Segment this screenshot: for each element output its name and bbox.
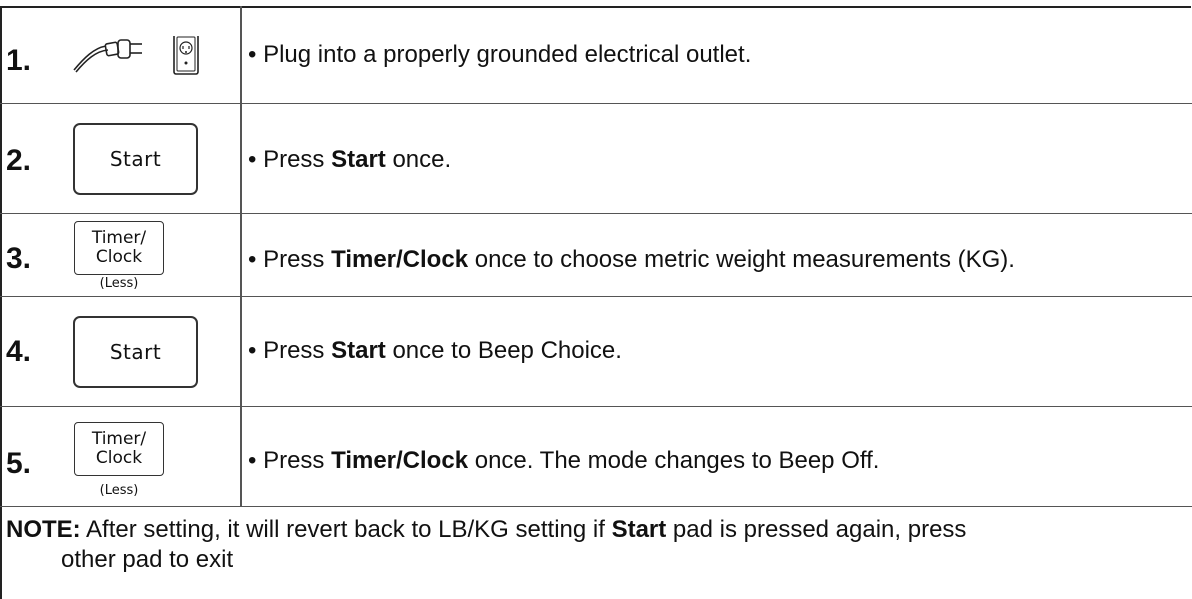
- desc-text: • Press: [248, 246, 332, 273]
- pad-label: Clock: [95, 448, 143, 468]
- desc-text: • Press: [248, 447, 332, 474]
- step-description: • Plug into a properly grounded electric…: [248, 41, 751, 69]
- step-description: • Press Timer/Clock once. The mode chang…: [248, 447, 879, 475]
- desc-text: once to Beep Choice.: [385, 337, 622, 364]
- step-row-1: 1. • Plug into a properly grounded elect…: [0, 6, 1192, 104]
- step-number: 3.: [6, 242, 32, 275]
- note-block: NOTE: After setting, it will revert back…: [6, 515, 1192, 575]
- step-description: • Press Start once.: [248, 146, 451, 174]
- note-line-1: NOTE: After setting, it will revert back…: [6, 516, 966, 543]
- desc-text: once.: [385, 146, 452, 173]
- step-number: 2.: [6, 144, 32, 177]
- desc-bold: Timer/Clock: [331, 447, 469, 474]
- desc-text: once to choose metric weight measurement…: [468, 246, 1015, 273]
- start-pad: Start: [73, 316, 198, 388]
- plug-icon: [73, 36, 199, 75]
- step-number: 1.: [6, 44, 32, 77]
- desc-text: • Press: [248, 146, 332, 173]
- pad-label: Clock: [95, 247, 143, 267]
- note-text: After setting, it will revert back to LB…: [80, 516, 612, 543]
- step-row-5: 5. Timer/ Clock (Less) • Press Timer/Clo…: [0, 407, 1192, 507]
- timer-clock-pad: Timer/ Clock: [74, 221, 164, 275]
- step-description: • Press Start once to Beep Choice.: [248, 337, 622, 365]
- desc-bold: Timer/Clock: [331, 246, 469, 273]
- pad-label: Timer/: [91, 429, 147, 449]
- desc-text: • Press: [248, 337, 332, 364]
- desc-text: once. The mode changes to Beep Off.: [468, 447, 880, 474]
- desc-bold: Start: [331, 337, 386, 364]
- step-number: 5.: [6, 447, 32, 480]
- step-description: • Press Timer/Clock once to choose metri…: [248, 246, 1015, 274]
- pad-sublabel: (Less): [99, 276, 139, 291]
- note-label: NOTE:: [6, 516, 81, 543]
- note-line-2: other pad to exit: [61, 546, 234, 573]
- pad-label: Start: [109, 147, 162, 171]
- note-text: pad is pressed again, press: [666, 516, 967, 543]
- step-row-2: 2. Start • Press Start once.: [0, 104, 1192, 214]
- pad-label: Start: [109, 340, 162, 364]
- desc-bold: Start: [331, 146, 386, 173]
- pad-label: Timer/: [91, 228, 147, 248]
- note-bold: Start: [611, 516, 667, 543]
- desc-text: • Plug into a properly grounded electric…: [248, 41, 752, 68]
- step-row-4: 4. Start • Press Start once to Beep Choi…: [0, 297, 1192, 407]
- step-number: 4.: [6, 335, 32, 368]
- pad-sublabel: (Less): [99, 483, 139, 498]
- timer-clock-pad: Timer/ Clock: [74, 422, 164, 476]
- step-row-3: 3. Timer/ Clock (Less) • Press Timer/Clo…: [0, 214, 1192, 297]
- start-pad: Start: [73, 123, 198, 195]
